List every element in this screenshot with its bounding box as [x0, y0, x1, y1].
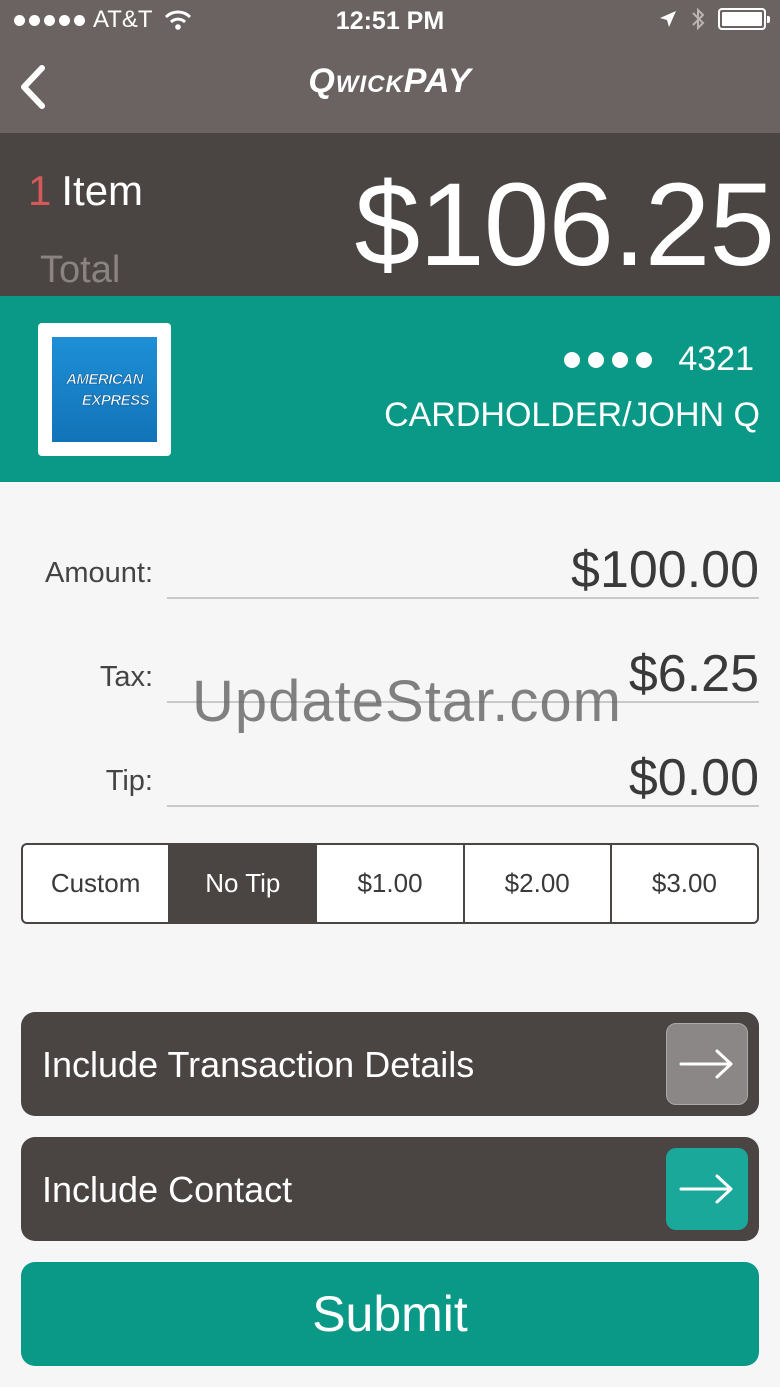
- card-info: AMERICAN EXPRESS 4321 CARDHOLDER/JOHN Q: [0, 296, 780, 482]
- amex-logo-text: AMERICAN EXPRESS: [60, 369, 150, 411]
- amex-line1: AMERICAN: [66, 370, 144, 388]
- total-amount: $106.25: [354, 159, 775, 291]
- tip-1-button[interactable]: $1.00: [317, 845, 465, 922]
- tax-field[interactable]: $6.25: [167, 645, 759, 703]
- total-summary: 1 Item Total $106.25: [0, 133, 780, 296]
- status-right: [658, 6, 770, 32]
- submit-button[interactable]: Submit: [21, 1262, 759, 1366]
- amex-line2: EXPRESS: [81, 391, 150, 409]
- tip-options: Custom No Tip $1.00 $2.00 $3.00: [21, 843, 759, 924]
- amex-logo: AMERICAN EXPRESS: [38, 323, 171, 456]
- cardholder-name: CARDHOLDER/JOHN Q: [384, 396, 760, 434]
- include-transaction-details-label: Include Transaction Details: [42, 1044, 475, 1085]
- tip-3-button[interactable]: $3.00: [612, 845, 757, 922]
- amount-field[interactable]: $100.00: [167, 541, 759, 599]
- tip-no-tip-button[interactable]: No Tip: [170, 845, 318, 922]
- arrow-right-icon: [679, 1174, 733, 1204]
- card-last4: 4321: [678, 340, 754, 378]
- app-logo: QwickPAY: [308, 62, 472, 100]
- tip-2-button[interactable]: $2.00: [465, 845, 612, 922]
- item-count: 1 Item: [28, 167, 143, 215]
- include-contact-label: Include Contact: [42, 1169, 293, 1210]
- total-label: Total: [40, 249, 121, 291]
- tip-field[interactable]: $0.00: [167, 749, 759, 807]
- status-bar: AT&T 12:51 PM: [0, 0, 780, 44]
- tip-label: Tip:: [105, 765, 153, 797]
- nav-bar: QwickPAY: [0, 44, 780, 133]
- arrow-right-icon: [679, 1049, 733, 1079]
- bluetooth-icon: [692, 7, 705, 31]
- contact-arrow-button[interactable]: [666, 1148, 748, 1230]
- card-number: 4321: [564, 340, 754, 379]
- location-arrow-icon: [660, 11, 676, 27]
- amex-logo-box: AMERICAN EXPRESS: [52, 337, 157, 442]
- include-transaction-details-button[interactable]: Include Transaction Details: [21, 1012, 759, 1116]
- include-contact-button[interactable]: Include Contact: [21, 1137, 759, 1241]
- masked-digits-icon: [564, 351, 653, 368]
- item-count-number: 1: [28, 167, 52, 214]
- tax-label: Tax:: [99, 661, 153, 693]
- transaction-details-arrow-button[interactable]: [666, 1023, 748, 1105]
- item-count-label: Item: [61, 167, 144, 214]
- battery-icon: [718, 8, 770, 30]
- tip-custom-button[interactable]: Custom: [23, 845, 171, 922]
- amount-label: Amount:: [45, 557, 153, 589]
